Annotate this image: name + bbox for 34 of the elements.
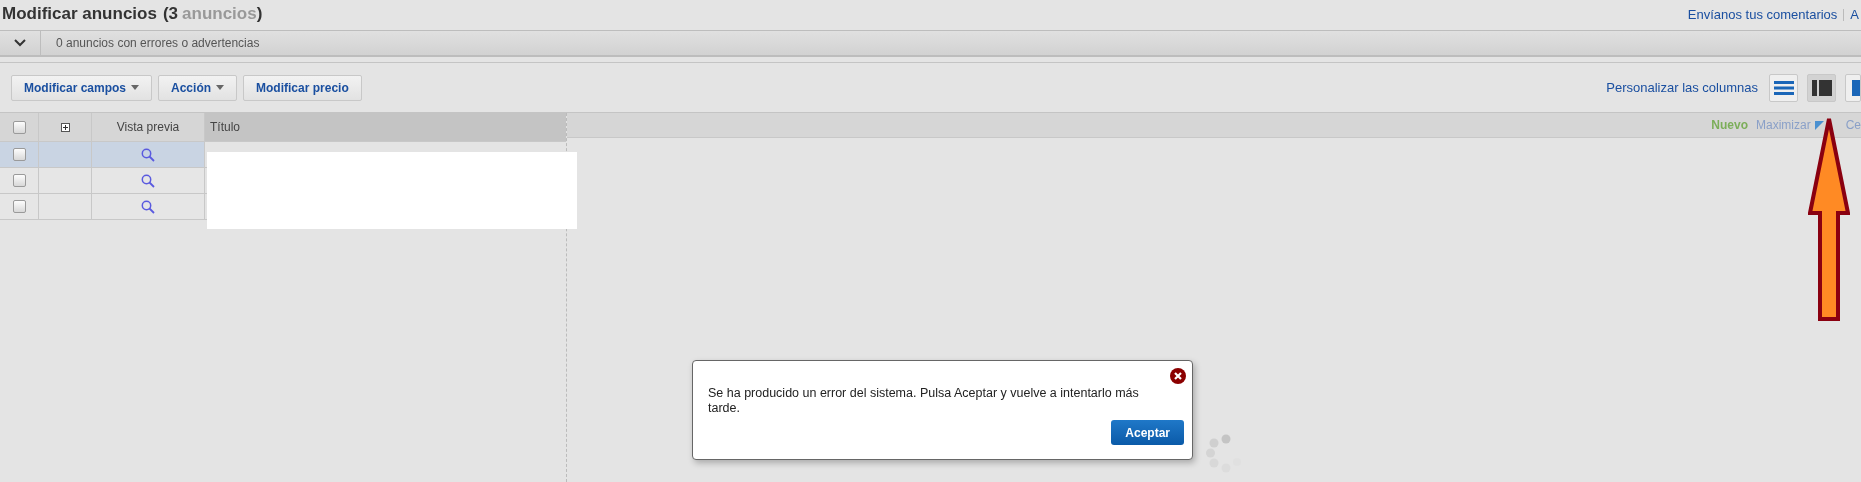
toolbar-button[interactable]: Acción	[158, 74, 238, 101]
caret-icon	[216, 85, 225, 90]
search-icon[interactable]	[141, 173, 155, 188]
checkbox[interactable]	[12, 174, 26, 187]
search-icon[interactable]	[141, 147, 155, 162]
view-toggle[interactable]	[1807, 73, 1836, 102]
checkbox[interactable]	[12, 200, 26, 213]
view-toggle[interactable]	[1845, 73, 1861, 102]
search-icon[interactable]	[141, 199, 155, 214]
count-paren: )	[256, 3, 263, 25]
list-view-icon	[1773, 79, 1794, 96]
customize-columns-link[interactable]: Personalizar las columnas	[1606, 77, 1758, 98]
checkbox[interactable]	[12, 148, 26, 161]
page-title: Modificar anuncios	[2, 3, 157, 25]
header-link[interactable]: A	[1850, 5, 1859, 25]
side-view-icon	[1852, 79, 1860, 96]
toolbar-button[interactable]: Modificar campos	[11, 74, 153, 101]
plus-icon[interactable]	[60, 122, 70, 132]
chevron-icon	[14, 39, 26, 47]
close-icon[interactable]	[1170, 368, 1186, 384]
error-message: Se ha producido un error del sistema. Pulsa Aceptar y vuelve a intentarlo más tarde.	[708, 386, 1140, 416]
checkbox[interactable]	[12, 120, 26, 134]
new-label: Nuevo	[1711, 117, 1748, 134]
errors-summary: 0 anuncios con errores o advertencias	[56, 35, 260, 52]
caret-icon	[131, 85, 140, 90]
header-link[interactable]: Envíanos tus comentarios	[1687, 5, 1838, 25]
toolbar-button[interactable]: Modificar precio	[243, 74, 362, 101]
listing-count: (3	[162, 3, 179, 25]
maximize-icon	[1814, 120, 1824, 130]
accept-button[interactable]: Aceptar	[1111, 420, 1184, 445]
listing-count-label: anuncios	[182, 3, 257, 25]
split-view-icon	[1811, 79, 1832, 96]
column-header[interactable]: Título	[205, 113, 566, 141]
view-toggle[interactable]	[1769, 73, 1798, 102]
